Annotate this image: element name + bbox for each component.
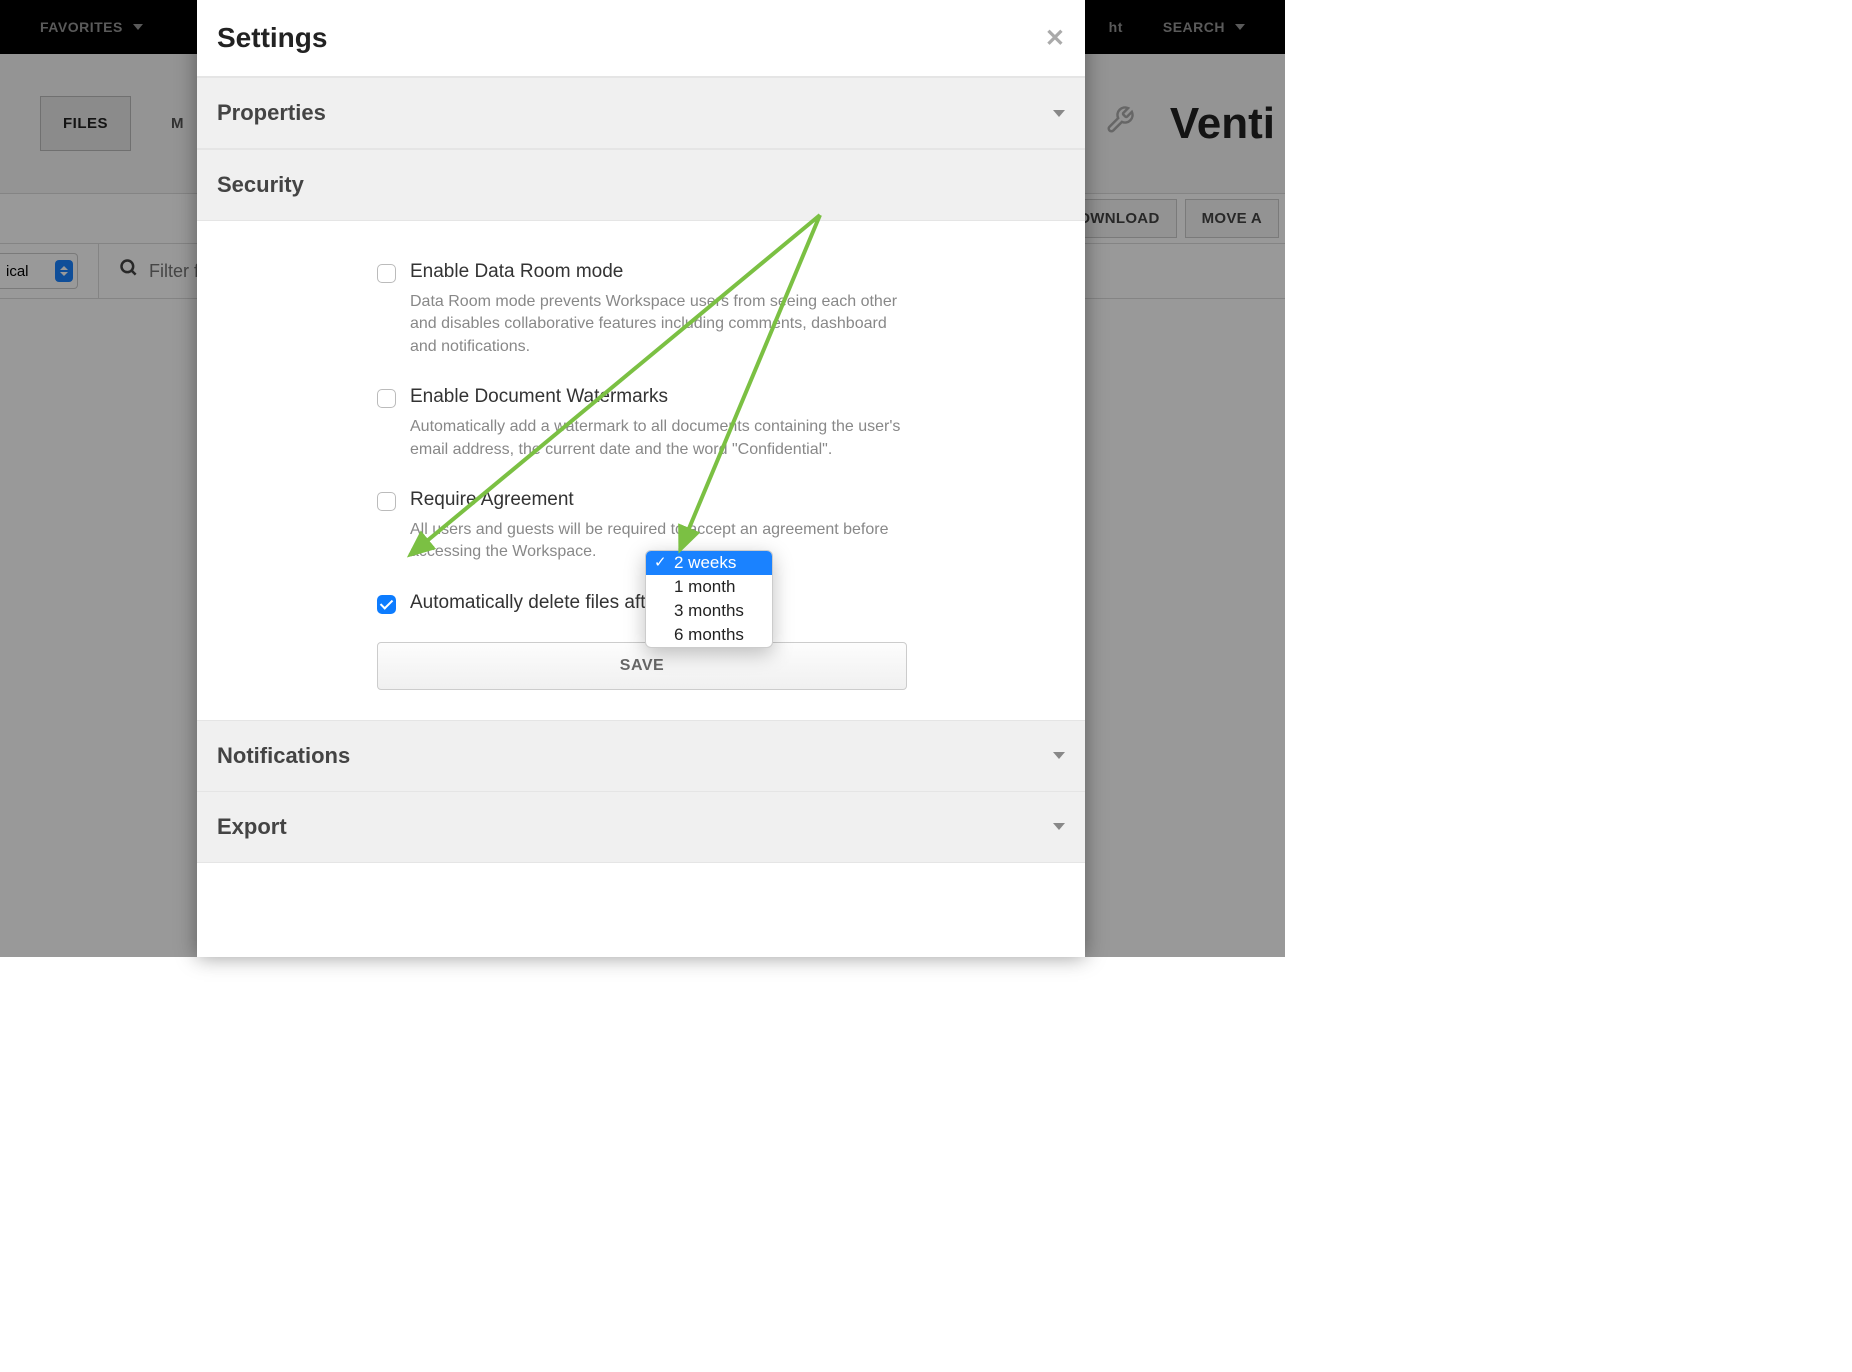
section-security-title: Security xyxy=(217,172,304,198)
checkbox-data-room[interactable] xyxy=(377,264,396,283)
dropdown-option[interactable]: 6 months xyxy=(646,623,772,647)
close-icon[interactable]: ✕ xyxy=(1045,24,1065,53)
dropdown-option[interactable]: 3 months xyxy=(646,599,772,623)
section-properties-title: Properties xyxy=(217,100,326,126)
save-button[interactable]: SAVE xyxy=(377,642,907,690)
option-data-room-label: Enable Data Room mode xyxy=(410,261,1065,283)
settings-modal: Settings ✕ Properties Security Enable Da… xyxy=(197,0,1085,957)
option-auto-delete: Automatically delete files after xyxy=(217,592,1065,622)
dropdown-option[interactable]: 1 month xyxy=(646,575,772,599)
section-properties-header[interactable]: Properties xyxy=(197,77,1085,149)
option-watermarks-desc: Automatically add a watermark to all doc… xyxy=(410,416,910,461)
chevron-down-icon xyxy=(1053,823,1065,830)
section-security-body: Enable Data Room mode Data Room mode pre… xyxy=(197,221,1085,720)
option-watermarks-label: Enable Document Watermarks xyxy=(410,386,1065,408)
option-watermarks: Enable Document Watermarks Automatically… xyxy=(217,386,1065,461)
section-export-title: Export xyxy=(217,814,287,840)
section-security-header[interactable]: Security xyxy=(197,149,1085,221)
section-notifications-title: Notifications xyxy=(217,743,350,769)
modal-header: Settings ✕ xyxy=(197,0,1085,77)
option-agreement: Require Agreement All users and guests w… xyxy=(217,489,1065,564)
option-agreement-label: Require Agreement xyxy=(410,489,1065,511)
auto-delete-dropdown: 2 weeks 1 month 3 months 6 months xyxy=(645,550,773,648)
option-data-room: Enable Data Room mode Data Room mode pre… xyxy=(217,261,1065,358)
checkbox-agreement[interactable] xyxy=(377,492,396,511)
checkbox-auto-delete[interactable] xyxy=(377,595,396,614)
checkbox-watermarks[interactable] xyxy=(377,389,396,408)
section-notifications-header[interactable]: Notifications xyxy=(197,720,1085,792)
modal-title: Settings xyxy=(217,22,327,54)
chevron-down-icon xyxy=(1053,752,1065,759)
dropdown-option[interactable]: 2 weeks xyxy=(646,551,772,575)
section-export-header[interactable]: Export xyxy=(197,791,1085,863)
option-data-room-desc: Data Room mode prevents Workspace users … xyxy=(410,291,910,358)
chevron-down-icon xyxy=(1053,110,1065,117)
